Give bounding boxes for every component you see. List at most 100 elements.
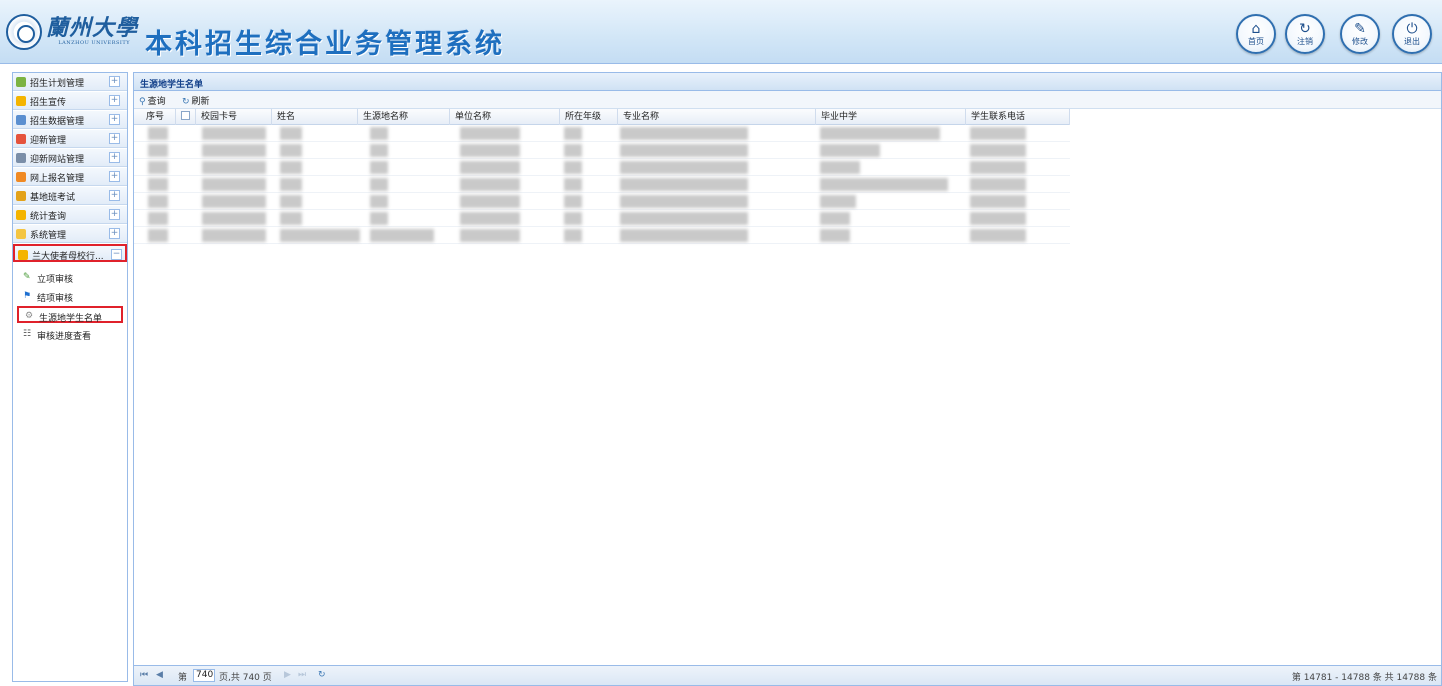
sidebar-subitem-label: 结项审核 — [37, 294, 74, 304]
expand-icon[interactable]: + — [109, 133, 120, 144]
expand-icon[interactable]: + — [109, 76, 120, 87]
expand-icon[interactable]: + — [109, 95, 120, 106]
sidebar-item-label: 系统管理 — [30, 231, 67, 241]
exit-button-label: 退出 — [1404, 37, 1420, 46]
redacted-cell — [460, 144, 520, 157]
redacted-cell — [620, 161, 748, 174]
sidebar-item-label: 迎新网站管理 — [30, 155, 85, 165]
university-seal-logo — [6, 14, 42, 50]
sidebar-item-enrollment-plan[interactable]: 招生计划管理 + — [13, 73, 127, 91]
logo-chinese-name: 蘭州大學 — [46, 15, 139, 41]
column-header-unit[interactable]: 单位名称 — [450, 109, 560, 125]
home-button[interactable]: ⌂ 首页 — [1236, 14, 1276, 54]
sidebar-item-alumni-visit[interactable]: 兰大使者母校行... − — [13, 244, 127, 262]
redacted-cell — [370, 229, 434, 242]
refresh-button[interactable]: ↻ 刷新 — [182, 94, 210, 107]
grid-header: 序号 校园卡号 姓名 生源地名称 单位名称 所在年级 专业名称 毕业中学 学生联… — [134, 109, 1070, 125]
column-header-origin[interactable]: 生源地名称 — [358, 109, 450, 125]
redacted-cell — [280, 144, 302, 157]
grid-toolbar: ⚲ 查询 ↻ 刷新 — [134, 91, 1441, 109]
sidebar-item-welcome-website[interactable]: 迎新网站管理 + — [13, 149, 127, 167]
expand-icon[interactable]: + — [109, 190, 120, 201]
medal-icon — [16, 172, 26, 182]
redacted-cell — [620, 195, 748, 208]
redacted-cell — [620, 229, 748, 242]
next-page-icon[interactable]: ▶ — [284, 670, 291, 680]
redacted-cell — [370, 161, 388, 174]
redacted-cell — [148, 178, 168, 191]
first-page-icon[interactable]: ⏮ — [140, 670, 148, 680]
expand-icon[interactable]: + — [109, 152, 120, 163]
sidebar-item-label: 基地班考试 — [30, 193, 76, 203]
edit-button[interactable]: ✎ 修改 — [1340, 14, 1380, 54]
expand-icon[interactable]: + — [109, 171, 120, 182]
sidebar-subitem-label: 生源地学生名单 — [39, 314, 103, 324]
system-title: 本科招生综合业务管理系统 — [145, 29, 505, 60]
table-row[interactable] — [134, 227, 1070, 244]
redacted-cell — [564, 127, 582, 140]
redacted-cell — [148, 161, 168, 174]
sidebar-item-welcome[interactable]: 迎新管理 + — [13, 130, 127, 148]
redacted-cell — [280, 178, 302, 191]
redacted-cell — [820, 144, 880, 157]
redacted-cell — [620, 212, 748, 225]
sidebar-item-label: 统计查询 — [30, 212, 67, 222]
redacted-cell — [370, 127, 388, 140]
collapse-icon[interactable]: − — [111, 249, 122, 260]
table-row[interactable] — [134, 193, 1070, 210]
query-button[interactable]: ⚲ 查询 — [139, 94, 166, 107]
column-header-grade[interactable]: 所在年级 — [560, 109, 618, 125]
page-number-input[interactable]: 740 — [193, 669, 215, 682]
expand-icon[interactable]: + — [109, 209, 120, 220]
sidebar-item-system[interactable]: 系统管理 + — [13, 225, 127, 243]
table-row[interactable] — [134, 142, 1070, 159]
table-row[interactable] — [134, 210, 1070, 227]
redacted-cell — [620, 127, 748, 140]
data-icon — [16, 115, 26, 125]
sidebar-item-base-class-exam[interactable]: 基地班考试 + — [13, 187, 127, 205]
sidebar-item-online-registration[interactable]: 网上报名管理 + — [13, 168, 127, 186]
sidebar-nav: 招生计划管理 + 招生宣传 + 招生数据管理 + 迎新管理 + 迎新网站管理 +… — [12, 72, 128, 682]
home-button-label: 首页 — [1248, 37, 1264, 46]
table-row[interactable] — [134, 125, 1070, 142]
logout-button[interactable]: ↻ 注销 — [1285, 14, 1325, 54]
sidebar-item-label: 招生计划管理 — [30, 79, 85, 89]
table-row[interactable] — [134, 159, 1070, 176]
sidebar-subitem-student-list[interactable]: ⚙ 生源地学生名单 — [17, 306, 123, 324]
prev-page-icon[interactable]: ◀ — [156, 670, 163, 680]
redacted-cell — [970, 178, 1026, 191]
expand-icon[interactable]: + — [109, 228, 120, 239]
exit-button[interactable]: ⏻ 退出 — [1392, 14, 1432, 54]
last-page-icon[interactable]: ⏭ — [298, 670, 306, 680]
redacted-cell — [280, 195, 302, 208]
column-header-phone[interactable]: 学生联系电话 — [966, 109, 1070, 125]
sidebar-item-publicity[interactable]: 招生宣传 + — [13, 92, 127, 110]
logout-button-label: 注销 — [1297, 37, 1313, 46]
column-header-major[interactable]: 专业名称 — [618, 109, 816, 125]
sidebar-item-label: 兰大使者母校行... — [32, 252, 104, 262]
refresh-icon[interactable]: ↻ — [318, 670, 326, 680]
column-header-high-school[interactable]: 毕业中学 — [816, 109, 966, 125]
redacted-cell — [970, 212, 1026, 225]
redacted-cell — [202, 127, 266, 140]
sidebar-item-data-management[interactable]: 招生数据管理 + — [13, 111, 127, 129]
sidebar-item-statistics[interactable]: 统计查询 + — [13, 206, 127, 224]
column-header-card-number[interactable]: 校园卡号 — [196, 109, 272, 125]
expand-icon[interactable]: + — [109, 114, 120, 125]
column-header-index[interactable]: 序号 — [134, 109, 176, 125]
sidebar-subitem-project-review[interactable]: ✎ 立项审核 — [17, 269, 123, 286]
sidebar-item-label: 迎新管理 — [30, 136, 67, 146]
table-row[interactable] — [134, 176, 1070, 193]
select-all-checkbox[interactable] — [176, 109, 196, 125]
redacted-cell — [970, 161, 1026, 174]
redacted-cell — [280, 212, 302, 225]
sidebar-subitem-review-progress[interactable]: ☷ 审核进度查看 — [17, 326, 123, 343]
redacted-cell — [620, 178, 748, 191]
list-icon: ☷ — [23, 329, 32, 339]
edit-button-label: 修改 — [1352, 37, 1368, 46]
sidebar-subitem-completion-review[interactable]: ⚑ 结项审核 — [17, 288, 123, 305]
redacted-cell — [820, 195, 856, 208]
column-header-name[interactable]: 姓名 — [272, 109, 358, 125]
flag-icon: ⚑ — [23, 291, 32, 301]
search-icon: ⚲ — [139, 97, 146, 107]
